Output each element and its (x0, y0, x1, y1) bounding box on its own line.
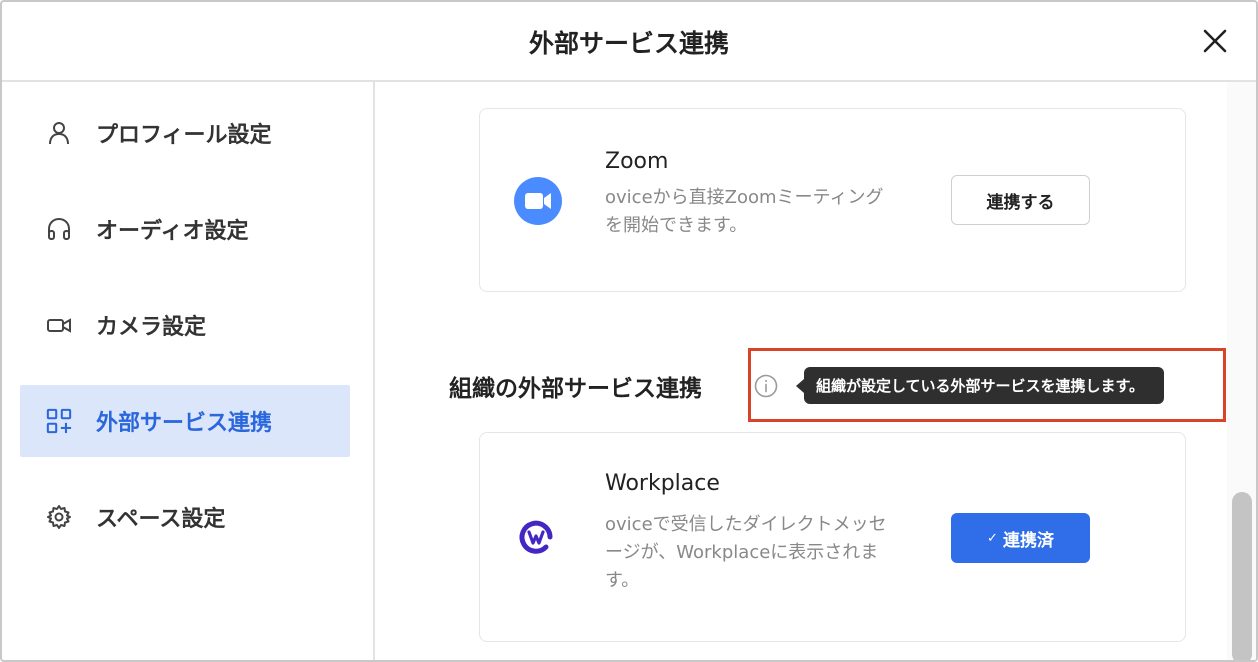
workplace-description-line: oviceで受信したダイレクトメッセ (605, 514, 887, 535)
sidebar-item-label: スペース設定 (96, 507, 226, 532)
zoom-description: oviceから直接Zoomミーティング を開始できます。 (605, 184, 935, 240)
sidebar-item-label: オーディオ設定 (96, 219, 249, 244)
sidebar-item-label: カメラ設定 (96, 315, 207, 340)
workplace-title: Workplace (605, 471, 720, 496)
headphones-icon (46, 216, 72, 242)
connect-zoom-button[interactable]: 連携する (951, 175, 1090, 225)
check-icon: ✓ (987, 530, 998, 546)
camera-icon (46, 312, 72, 338)
info-icon[interactable] (754, 374, 778, 398)
scrollbar-thumb[interactable] (1232, 492, 1252, 660)
sidebar-item-space[interactable]: スペース設定 (20, 481, 350, 553)
workplace-icon (516, 517, 556, 557)
workplace-connected-label: 連携済 (1002, 530, 1054, 551)
sidebar-item-label: プロフィール設定 (96, 123, 272, 148)
workplace-description-line: す。 (605, 570, 640, 591)
main-content: Zoom oviceから直接Zoomミーティング を開始できます。 連携する 組… (377, 82, 1227, 660)
sidebar-item-external-services[interactable]: 外部サービス連携 (20, 385, 350, 457)
zoom-description-line: を開始できます。 (605, 215, 748, 236)
service-card-workplace: Workplace oviceで受信したダイレクトメッセ ージが、Workpla… (479, 432, 1186, 642)
sidebar-item-camera[interactable]: カメラ設定 (20, 289, 350, 361)
workplace-connected-button[interactable]: ✓ 連携済 (951, 513, 1090, 563)
info-tooltip: 組織が設定している外部サービスを連携します。 (795, 367, 1165, 404)
zoom-icon (514, 177, 562, 225)
user-icon (46, 120, 72, 146)
service-card-zoom: Zoom oviceから直接Zoomミーティング を開始できます。 連携する (479, 108, 1186, 292)
sidebar-item-profile[interactable]: プロフィール設定 (20, 97, 350, 169)
sidebar-item-label: 外部サービス連携 (96, 411, 273, 436)
org-section-title: 組織の外部サービス連携 (449, 376, 702, 402)
workplace-description: oviceで受信したダイレクトメッセ ージが、Workplaceに表示されま す… (605, 511, 935, 595)
sidebar: プロフィール設定 オーディオ設定 カメラ設定 外部サービス連携 スペース設定 (2, 82, 375, 660)
gear-icon (46, 504, 72, 530)
workplace-description-line: ージが、Workplaceに表示されま (605, 542, 879, 563)
zoom-title: Zoom (605, 149, 669, 174)
settings-dialog: 外部サービス連携 プロフィール設定 オーディオ設定 カメラ設定 外部サービス連携… (0, 0, 1258, 662)
dialog-title: 外部サービス連携 (528, 29, 729, 58)
dialog-header: 外部サービス連携 (2, 2, 1256, 82)
zoom-description-line: oviceから直接Zoomミーティング (605, 187, 884, 208)
sidebar-item-audio[interactable]: オーディオ設定 (20, 193, 350, 265)
apps-add-icon (46, 408, 72, 434)
close-icon[interactable] (1198, 24, 1232, 58)
